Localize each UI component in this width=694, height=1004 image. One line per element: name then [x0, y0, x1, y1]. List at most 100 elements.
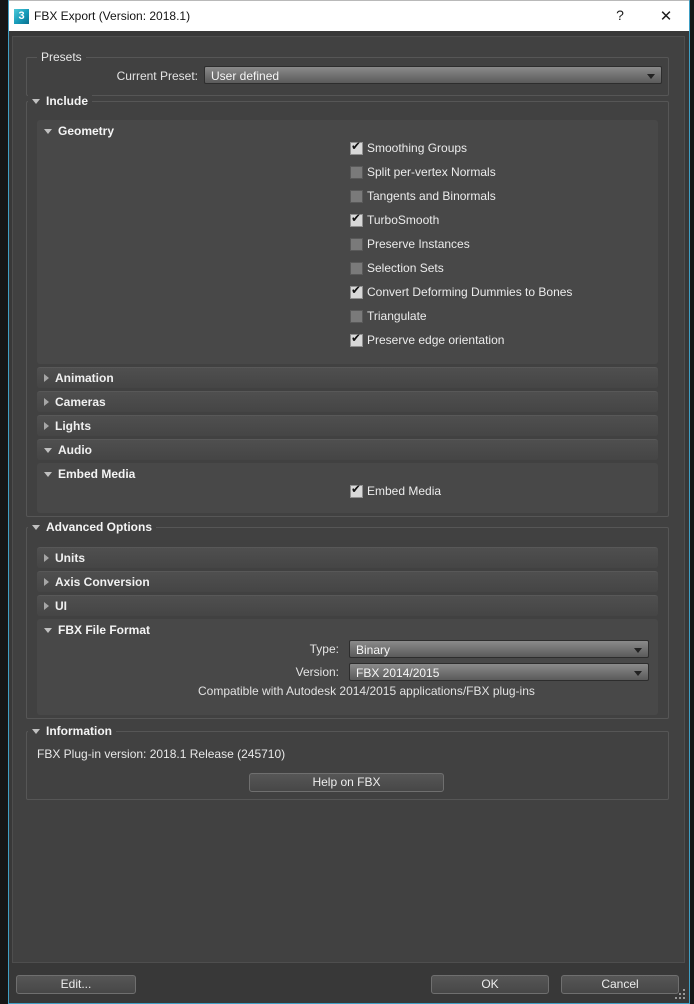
checkbox-label: Split per-vertex Normals: [367, 165, 496, 179]
fbx-file-format-header[interactable]: FBX File Format: [44, 623, 150, 637]
chevron-down-icon: [634, 671, 642, 676]
checkbox-row-preserve-instances[interactable]: Preserve Instances: [350, 236, 470, 252]
checkbox-label: TurboSmooth: [367, 213, 440, 227]
checkbox-row-preserve-edge-orientation[interactable]: ✔ Preserve edge orientation: [350, 330, 505, 348]
chevron-down-icon: [647, 74, 655, 79]
information-label: Information: [46, 724, 112, 738]
include-section-header[interactable]: Include: [28, 94, 93, 109]
expand-arrow-icon: [44, 398, 49, 406]
checkbox-row-triangulate[interactable]: Triangulate: [350, 308, 427, 324]
dialog-content-panel: Presets Current Preset: User defined Inc…: [12, 36, 685, 963]
section-label: Audio: [58, 443, 92, 457]
section-label: Animation: [55, 371, 114, 385]
checkbox-label: Smoothing Groups: [367, 141, 468, 155]
type-label: Type:: [309, 642, 339, 656]
checkbox-row-embed-media[interactable]: ✔ Embed Media: [350, 481, 442, 499]
close-button[interactable]: ✕: [655, 7, 677, 25]
triangulate-checkbox[interactable]: [350, 309, 363, 323]
help-titlebar-button[interactable]: ?: [609, 7, 631, 23]
check-mark-icon: ✔: [351, 210, 362, 225]
smoothing-groups-checkbox[interactable]: ✔: [350, 139, 363, 155]
compatibility-note: Compatible with Autodesk 2014/2015 appli…: [198, 684, 535, 698]
collapse-arrow-icon: [44, 447, 52, 453]
advanced-options-group: Advanced Options Units Axis Conversion UI …: [26, 520, 669, 719]
current-preset-dropdown[interactable]: User defined: [204, 66, 662, 84]
fbx-file-format-label: FBX File Format: [58, 623, 151, 637]
chevron-down-icon: [634, 648, 642, 653]
checkbox-label: Preserve Instances: [367, 237, 470, 251]
section-header-audio[interactable]: Audio: [37, 439, 658, 460]
embed-media-section-label: Embed Media: [58, 467, 136, 481]
preserve-instances-checkbox[interactable]: [350, 237, 363, 251]
section-header-ui[interactable]: UI: [37, 595, 658, 616]
checkbox-row-tangents-and-binormals[interactable]: Tangents and Binormals: [350, 188, 496, 204]
embed-media-checkbox[interactable]: ✔: [350, 481, 363, 498]
presets-legend: Presets: [37, 50, 86, 65]
current-preset-value: User defined: [211, 69, 280, 83]
presets-group: Presets Current Preset: User defined: [26, 50, 669, 96]
section-header-axis-conversion[interactable]: Axis Conversion: [37, 571, 658, 592]
section-label: Units: [55, 551, 85, 565]
ok-button[interactable]: OK: [431, 975, 549, 994]
checkbox-row-smoothing-groups[interactable]: ✔ Smoothing Groups: [350, 139, 468, 156]
embed-media-section-header[interactable]: Embed Media: [44, 467, 135, 481]
cancel-button[interactable]: Cancel: [561, 975, 679, 994]
advanced-options-label: Advanced Options: [46, 520, 153, 534]
expand-arrow-icon: [44, 554, 49, 562]
preserve-edge-orientation-checkbox[interactable]: ✔: [350, 330, 363, 347]
convert-deforming-dummies-to-bones-checkbox[interactable]: ✔: [350, 282, 363, 299]
fbx-file-format-section: FBX File Format Type: Binary Version: FB…: [37, 619, 658, 715]
information-group: Information FBX Plug-in version: 2018.1 …: [26, 724, 669, 800]
type-value: Binary: [356, 643, 391, 657]
check-mark-icon: ✔: [351, 282, 362, 297]
help-on-fbx-button[interactable]: Help on FBX: [249, 773, 444, 792]
title-bar[interactable]: 3 FBX Export (Version: 2018.1) ? ✕: [9, 0, 689, 31]
window-title: FBX Export (Version: 2018.1): [34, 9, 191, 23]
section-header-lights[interactable]: Lights: [37, 415, 658, 436]
advanced-options-header[interactable]: Advanced Options: [28, 520, 157, 535]
collapse-arrow-icon: [44, 471, 52, 477]
collapse-arrow-icon: [32, 99, 40, 104]
section-label: Lights: [55, 419, 91, 433]
section-label: UI: [55, 599, 67, 613]
3ds-max-app-icon: 3: [14, 9, 29, 24]
tangents-and-binormals-checkbox[interactable]: [350, 189, 363, 203]
split-per-vertex-normals-checkbox[interactable]: [350, 165, 363, 179]
selection-sets-checkbox[interactable]: [350, 261, 363, 275]
expand-arrow-icon: [44, 422, 49, 430]
checkbox-label: Selection Sets: [367, 261, 444, 275]
version-dropdown[interactable]: FBX 2014/2015: [349, 663, 649, 681]
plugin-version-text: FBX Plug-in version: 2018.1 Release (245…: [37, 747, 286, 761]
checkbox-label: Tangents and Binormals: [367, 189, 496, 203]
background-app-left-edge: [0, 0, 8, 1004]
checkbox-row-convert-deforming-dummies-to-bones[interactable]: ✔ Convert Deforming Dummies to Bones: [350, 282, 573, 300]
turbosmooth-checkbox[interactable]: ✔: [350, 210, 363, 227]
geometry-section: Geometry ✔ Smoothing Groups Split per-vert…: [37, 120, 658, 364]
version-value: FBX 2014/2015: [356, 666, 440, 680]
checkbox-label: Convert Deforming Dummies to Bones: [367, 285, 573, 299]
checkbox-label: Preserve edge orientation: [367, 333, 505, 347]
version-label: Version:: [295, 665, 339, 679]
section-header-animation[interactable]: Animation: [37, 367, 658, 388]
geometry-section-header[interactable]: Geometry: [44, 124, 114, 138]
current-preset-label: Current Preset:: [116, 69, 198, 83]
section-header-units[interactable]: Units: [37, 547, 658, 568]
section-header-cameras[interactable]: Cameras: [37, 391, 658, 412]
checkbox-row-split-per-vertex-normals[interactable]: Split per-vertex Normals: [350, 164, 496, 180]
type-dropdown[interactable]: Binary: [349, 640, 649, 658]
expand-arrow-icon: [44, 602, 49, 610]
checkbox-label: Triangulate: [367, 309, 427, 323]
checkbox-row-selection-sets[interactable]: Selection Sets: [350, 260, 444, 276]
checkbox-row-turbosmooth[interactable]: ✔ TurboSmooth: [350, 210, 440, 228]
check-mark-icon: ✔: [351, 481, 362, 496]
fbx-export-dialog: 3 FBX Export (Version: 2018.1) ? ✕ Prese…: [8, 0, 690, 1004]
resize-grip[interactable]: [675, 989, 677, 991]
include-section-label: Include: [46, 94, 89, 108]
edit-button[interactable]: Edit...: [16, 975, 136, 994]
background-app-right-edge: [690, 0, 694, 1004]
check-mark-icon: ✔: [351, 330, 362, 345]
checkbox-label: Embed Media: [367, 484, 442, 498]
information-header[interactable]: Information: [28, 724, 116, 739]
section-label: Cameras: [55, 395, 106, 409]
collapse-arrow-icon: [44, 128, 52, 134]
